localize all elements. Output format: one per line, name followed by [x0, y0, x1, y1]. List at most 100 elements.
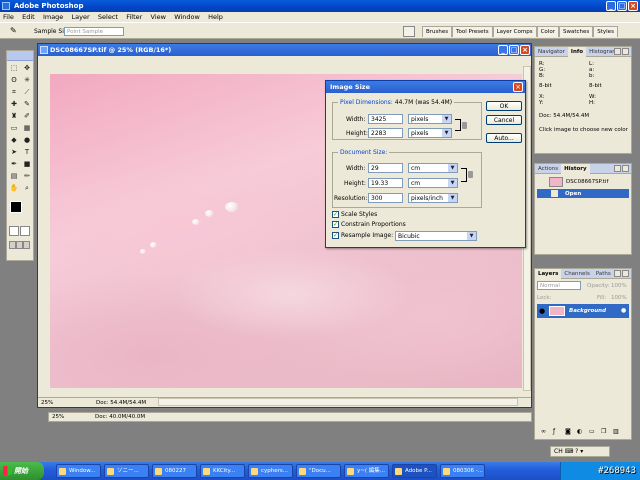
close-button[interactable]: × — [628, 1, 638, 11]
doc-height-input[interactable]: 19.33 — [368, 178, 403, 188]
dialog-title[interactable]: Image Size — [326, 81, 525, 93]
scale-styles-checkbox[interactable]: ✓ Scale Styles — [332, 211, 377, 218]
panel-close-button[interactable] — [622, 270, 629, 277]
language-bar[interactable]: CH ⌨ ? ▾ — [550, 446, 610, 457]
layer-style-icon[interactable]: ƒ — [553, 428, 555, 435]
cancel-button[interactable]: Cancel — [486, 115, 522, 125]
panel-close-button[interactable] — [622, 165, 629, 172]
taskbar-item-editor[interactable]: y~( 編集... — [344, 464, 389, 478]
well-tab-swatches[interactable]: Swatches — [558, 26, 594, 37]
well-tab-brushes[interactable]: Brushes — [422, 26, 453, 37]
opacity-value[interactable]: 100% — [611, 283, 627, 289]
pixel-height-input[interactable]: 2283 — [368, 128, 403, 138]
taskbar-item-kkcity[interactable]: KKCity... — [200, 464, 245, 478]
minimize-button[interactable]: _ — [606, 1, 616, 11]
eyedropper-tool-icon[interactable]: ✎ — [10, 26, 20, 36]
notes-tool-icon[interactable]: ▤ — [8, 171, 20, 182]
menu-help[interactable]: Help — [205, 12, 226, 22]
tab-actions[interactable]: Actions — [535, 164, 561, 174]
history-step-row[interactable]: Open — [537, 189, 629, 198]
zoom-level[interactable]: 25% — [41, 398, 53, 408]
new-layer-icon[interactable]: ❐ — [601, 428, 606, 435]
lasso-tool-icon[interactable]: ʘ — [8, 75, 20, 86]
menu-select[interactable]: Select — [95, 12, 121, 22]
ok-button[interactable]: OK — [486, 101, 522, 111]
pixel-width-input[interactable]: 3425 — [368, 114, 403, 124]
trash-icon[interactable]: ▥ — [613, 428, 619, 435]
menu-view[interactable]: View — [148, 12, 169, 22]
panel-minimize-button[interactable] — [614, 270, 621, 277]
pen-tool-icon[interactable]: ✒ — [8, 159, 20, 170]
blend-mode-select[interactable]: Normal — [537, 281, 581, 290]
menu-image[interactable]: Image — [40, 12, 66, 22]
zoom-tool-icon[interactable]: ⌕ — [21, 183, 33, 194]
resample-method-select[interactable]: Bicubic ▼ — [395, 231, 477, 241]
pixel-height-unit-select[interactable]: pixels ▼ — [408, 128, 452, 138]
layer-mask-icon[interactable]: ◙ — [565, 428, 571, 435]
well-tab-tool-presets[interactable]: Tool Presets — [452, 26, 493, 37]
dodge-tool-icon[interactable]: ● — [21, 135, 33, 146]
taskbar-item-documents[interactable]: "Docu... — [296, 464, 341, 478]
doc-width-unit-select[interactable]: cm ▼ — [408, 163, 458, 173]
taskbar-item-browser[interactable]: ソニー... — [104, 464, 149, 478]
start-button[interactable]: 開始 — [0, 462, 44, 480]
taskbar-item-window[interactable]: Window... — [56, 464, 101, 478]
standard-mode-button[interactable] — [9, 226, 19, 236]
eyedropper-tool-icon-2[interactable]: ✏ — [21, 171, 33, 182]
document-maximize-button[interactable]: □ — [509, 45, 519, 55]
constrain-proportions-checkbox[interactable]: ✓ Constrain Proportions — [332, 221, 406, 228]
menu-filter[interactable]: Filter — [123, 12, 145, 22]
hand-tool-icon[interactable]: ✋ — [8, 183, 20, 194]
slice-tool-icon[interactable]: ⟋ — [21, 87, 33, 98]
document-minimize-button[interactable]: _ — [498, 45, 508, 55]
screen-mode-standard-button[interactable] — [9, 241, 16, 249]
new-group-icon[interactable]: ▭ — [589, 428, 595, 435]
taskbar-item-cyphers[interactable]: cyphers... — [248, 464, 293, 478]
menu-window[interactable]: Window — [171, 12, 203, 22]
dialog-close-button[interactable]: × — [513, 82, 523, 92]
magic-wand-tool-icon[interactable]: ✳ — [21, 75, 33, 86]
blur-tool-icon[interactable]: ◆ — [8, 135, 20, 146]
well-tab-styles[interactable]: Styles — [593, 26, 618, 37]
panel-minimize-button[interactable] — [614, 165, 621, 172]
tab-navigator[interactable]: Navigator — [535, 47, 568, 57]
resample-image-checkbox[interactable]: ✓ Resample Image: — [332, 232, 393, 239]
screen-mode-full-menu-button[interactable] — [16, 241, 23, 249]
sample-size-select[interactable]: Point Sample — [64, 27, 124, 36]
tab-layers[interactable]: Layers — [535, 269, 562, 279]
tab-paths[interactable]: Paths — [593, 269, 614, 279]
tab-info[interactable]: Info — [567, 47, 587, 57]
tab-history[interactable]: History — [561, 164, 590, 174]
resolution-input[interactable]: 300 — [368, 193, 403, 203]
quick-mask-button[interactable] — [20, 226, 30, 236]
screen-mode-full-button[interactable] — [23, 241, 30, 249]
history-snapshot-row[interactable]: DSC08667SP.tif — [537, 176, 629, 188]
eye-icon[interactable]: ● — [539, 307, 545, 315]
brush-tool-icon[interactable]: ✎ — [21, 99, 33, 110]
gradient-tool-icon[interactable]: ▦ — [21, 123, 33, 134]
layer-row-background[interactable]: ● Background ● — [537, 304, 629, 318]
resolution-unit-select[interactable]: pixels/inch ▼ — [408, 193, 458, 203]
clone-stamp-tool-icon[interactable]: ♜ — [8, 111, 20, 122]
maximize-button[interactable]: □ — [617, 1, 627, 11]
panel-close-button[interactable] — [622, 48, 629, 55]
doc-size-info-2[interactable]: Doc: 40.0M/40.0M — [95, 413, 145, 422]
menu-edit[interactable]: Edit — [19, 12, 38, 22]
move-tool-icon[interactable]: ✥ — [21, 63, 33, 74]
app-title-bar[interactable]: Adobe Photoshop _ □ × — [0, 0, 640, 12]
healing-brush-tool-icon[interactable]: ✚ — [8, 99, 20, 110]
adjustment-layer-icon[interactable]: ◐ — [577, 428, 582, 435]
path-selection-tool-icon[interactable]: ➤ — [8, 147, 20, 158]
menu-layer[interactable]: Layer — [69, 12, 93, 22]
taskbar-item-folder-080227[interactable]: 080227 — [152, 464, 197, 478]
history-brush-tool-icon[interactable]: ✐ — [21, 111, 33, 122]
zoom-level-2[interactable]: 25% — [52, 413, 64, 422]
foreground-color-swatch[interactable] — [10, 201, 22, 213]
crop-tool-icon[interactable]: ⌗ — [8, 87, 20, 98]
type-tool-icon[interactable]: T — [21, 147, 33, 158]
well-tab-layer-comps[interactable]: Layer Comps — [492, 26, 537, 37]
well-tab-color[interactable]: Color — [536, 26, 559, 37]
marquee-tool-icon[interactable]: ⬚ — [8, 63, 20, 74]
pixel-width-unit-select[interactable]: pixels ▼ — [408, 114, 452, 124]
toolbox-header[interactable] — [7, 51, 33, 61]
